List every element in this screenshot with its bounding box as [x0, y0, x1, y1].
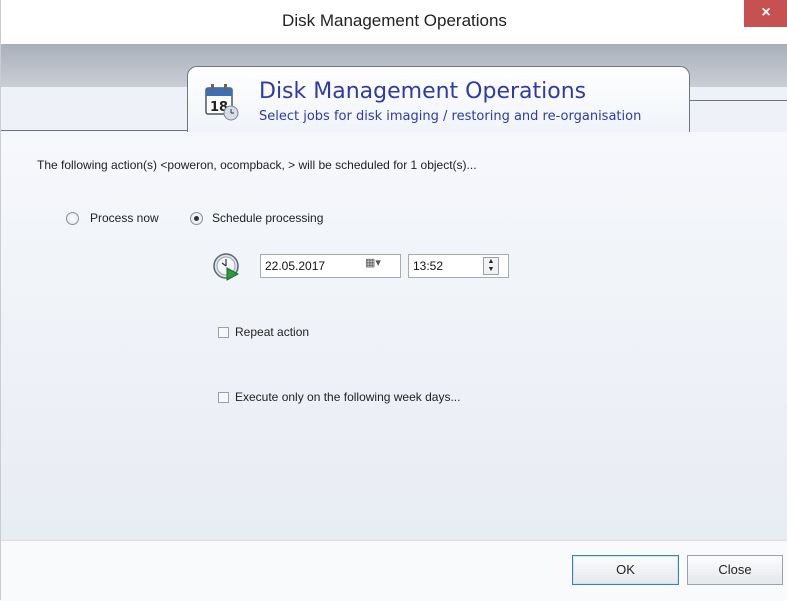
date-picker-dropdown-icon[interactable]: ▦▾: [365, 256, 381, 269]
header-subtitle: Select jobs for disk imaging / restoring…: [259, 109, 642, 124]
ok-button[interactable]: OK: [572, 555, 679, 585]
tab-divider-left: [1, 130, 187, 131]
spinner-down-icon[interactable]: ▼: [484, 266, 498, 274]
schedule-processing-label[interactable]: Schedule processing: [212, 211, 323, 225]
process-now-radio[interactable]: [66, 212, 79, 225]
weekdays-label[interactable]: Execute only on the following week days.…: [235, 390, 460, 404]
content-area: [1, 132, 787, 540]
repeat-action-label[interactable]: Repeat action: [235, 325, 309, 339]
repeat-action-checkbox[interactable]: [218, 327, 229, 338]
title-bar: Disk Management Operations ×: [1, 0, 787, 45]
time-spinner[interactable]: ▲ ▼: [483, 257, 499, 275]
window-title: Disk Management Operations: [282, 11, 507, 30]
process-now-label[interactable]: Process now: [90, 211, 159, 225]
header-title: Disk Management Operations: [259, 79, 587, 104]
spinner-up-icon[interactable]: ▲: [484, 258, 498, 266]
weekdays-checkbox[interactable]: [218, 392, 229, 403]
time-value: 13:52: [413, 259, 444, 273]
date-value: 22.05.2017: [265, 259, 326, 273]
close-window-button[interactable]: ×: [744, 0, 787, 27]
clock-icon: [213, 253, 240, 281]
info-text: The following action(s) <poweron, ocompb…: [37, 158, 477, 172]
tab-divider-right: [690, 100, 787, 101]
calendar-icon: 18: [205, 84, 239, 121]
dialog-window: Disk Management Operations × 18 Disk Man…: [0, 0, 787, 601]
schedule-processing-radio[interactable]: [190, 212, 203, 225]
close-button[interactable]: Close: [687, 555, 783, 585]
